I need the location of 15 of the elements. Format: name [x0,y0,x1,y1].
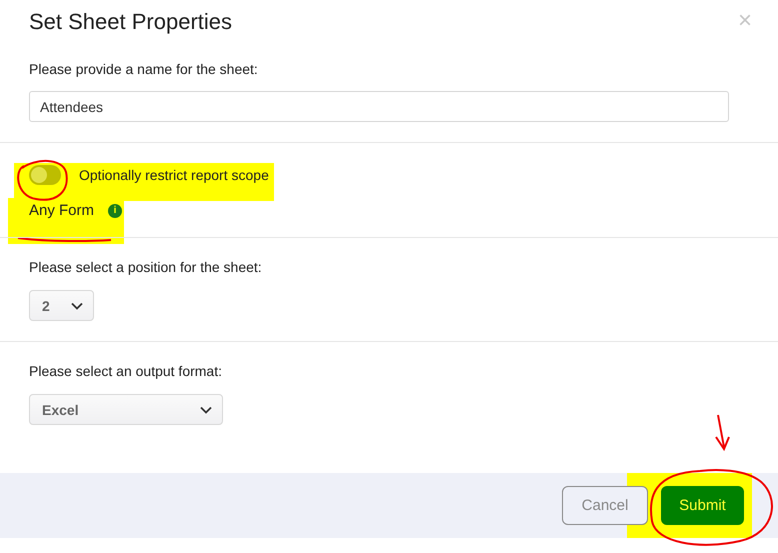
toggle-label: Optionally restrict report scope [79,167,269,183]
arrow-mark [715,414,730,452]
submit-button[interactable]: Submit [661,486,744,525]
scope-value: Any Form [29,202,94,219]
dialog-title: Set Sheet Properties [29,9,232,35]
circle-mark [17,160,68,201]
field-label: Please select a position for the sheet: [29,259,263,275]
format-select[interactable]: Excel [29,394,223,425]
position-select[interactable]: 2 [29,290,94,321]
chevron-down-icon [71,302,83,310]
cancel-button[interactable]: Cancel [562,486,648,525]
name-field[interactable]: Attendees [29,91,729,122]
field-label: Please provide a name for the sheet: [29,61,259,77]
chevron-down-icon [200,406,212,414]
field-label: Please select an output format: [29,363,223,379]
